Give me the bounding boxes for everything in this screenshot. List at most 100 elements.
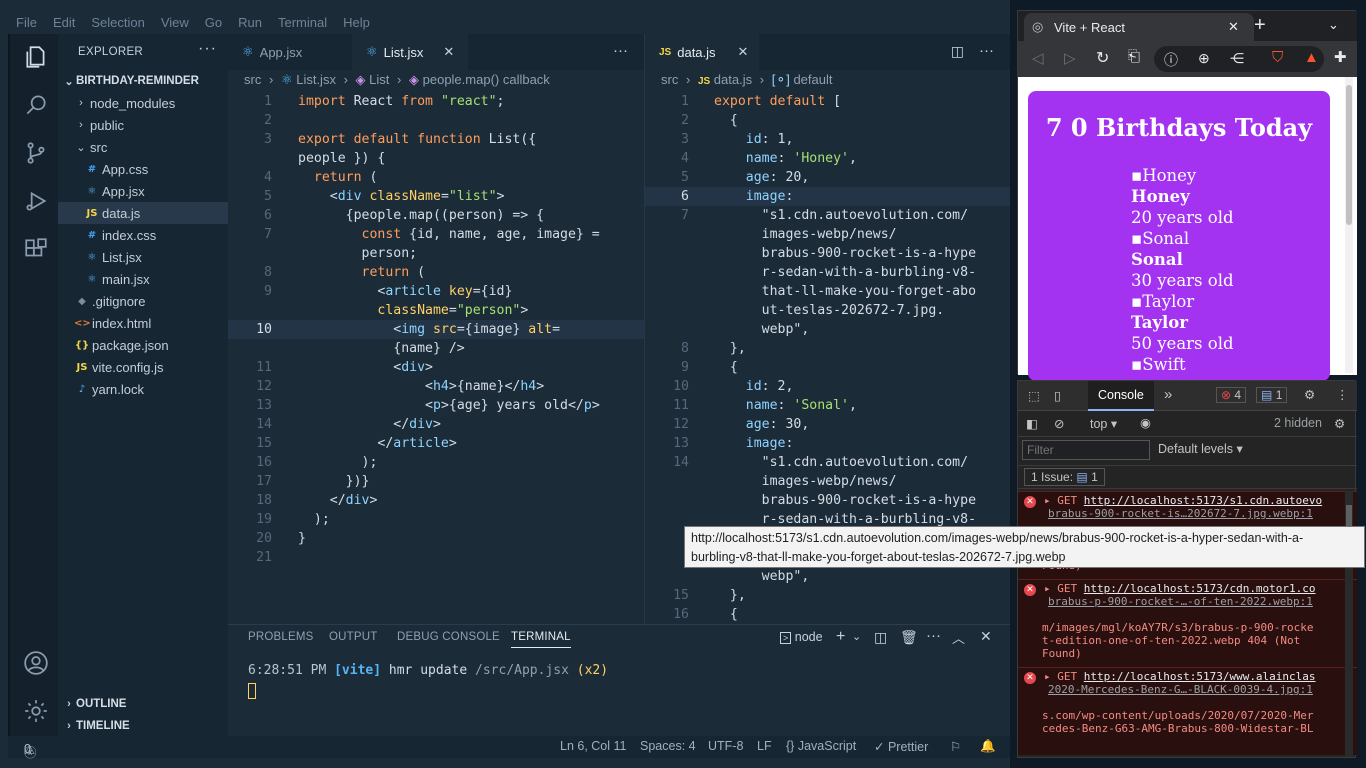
encoding[interactable]: UTF-8: [708, 739, 743, 753]
context-selector[interactable]: top ▾: [1090, 416, 1117, 431]
console-filter-input[interactable]: [1022, 440, 1150, 460]
tab-debug-console[interactable]: DEBUG CONSOLE: [397, 631, 500, 643]
menu-item[interactable]: Selection: [83, 15, 152, 30]
chevron-down-icon[interactable]: ⌄: [1328, 17, 1339, 33]
tab-terminal[interactable]: TERMINAL: [511, 631, 571, 648]
devtools-menu-icon[interactable]: ⋮: [1336, 387, 1349, 402]
eye-icon[interactable]: ◉: [1140, 415, 1151, 430]
panel-more-icon[interactable]: ···: [926, 627, 941, 644]
explorer-more-icon[interactable]: ···: [198, 40, 217, 58]
extensions-puzzle-icon[interactable]: ✚: [1334, 48, 1347, 66]
split-editor-icon[interactable]: ◫: [951, 43, 964, 60]
terminal-output[interactable]: 6:28:51 PM [vite] hmr update /src/App.js…: [248, 663, 608, 678]
split-terminal-icon[interactable]: ◫: [874, 629, 887, 646]
search-icon[interactable]: [23, 92, 49, 118]
terminal-shell-selector[interactable]: > node: [780, 630, 823, 644]
page-scrollbar[interactable]: [1345, 77, 1353, 373]
outline-section[interactable]: › OUTLINE: [58, 693, 228, 715]
tree-item[interactable]: › public: [58, 114, 228, 136]
tree-item[interactable]: JS vite.config.js: [58, 356, 228, 378]
sidebar-toggle-icon[interactable]: ◧: [1026, 416, 1038, 431]
breadcrumb-item[interactable]: data.js: [714, 72, 752, 87]
tree-item[interactable]: ◆ .gitignore: [58, 290, 228, 312]
chevron-down-icon[interactable]: ⌄: [852, 630, 861, 643]
tree-item[interactable]: # index.css: [58, 224, 228, 246]
address-bar[interactable]: ⓘ ⊕ ⋲ ⛉ ▲: [1154, 46, 1324, 72]
error-source[interactable]: 2020-Mercedes-Benz-G…-BLACK-0039-4.jpg:1: [1048, 683, 1313, 696]
error-source[interactable]: brabus-900-rocket-is…202672-7.jpg.webp:1: [1048, 507, 1313, 520]
breadcrumb-item[interactable]: List: [369, 72, 389, 87]
tab-output[interactable]: OUTPUT: [329, 631, 377, 643]
tree-item[interactable]: <> index.html: [58, 312, 228, 334]
tab-list-jsx[interactable]: ⚛ List.jsx ✕: [352, 34, 468, 70]
breadcrumb-item[interactable]: default: [793, 72, 832, 87]
browser-tab[interactable]: ◎ Vite + React ✕: [1024, 13, 1254, 41]
settings-gear-icon[interactable]: ⚙: [1304, 387, 1315, 402]
timeline-section[interactable]: › TIMELINE: [58, 715, 228, 737]
tree-item[interactable]: ⌄ src: [58, 136, 228, 158]
back-icon[interactable]: ◁: [1032, 49, 1044, 67]
tree-item[interactable]: {} package.json: [58, 334, 228, 356]
request-url[interactable]: http://localhost:5173/www.alainclas: [1084, 670, 1316, 683]
tree-item[interactable]: ⚛ App.jsx: [58, 180, 228, 202]
extensions-icon[interactable]: [23, 236, 49, 262]
editor-more-icon[interactable]: ···: [979, 42, 994, 59]
tree-item[interactable]: › node_modules: [58, 92, 228, 114]
run-debug-icon[interactable]: [23, 188, 49, 214]
menu-item[interactable]: Help: [335, 15, 378, 30]
info-icon[interactable]: ⓘ: [1164, 50, 1178, 70]
prettier-status[interactable]: ✓ Prettier: [874, 739, 928, 754]
brave-shield-icon[interactable]: ⛉: [1272, 49, 1283, 66]
share-icon[interactable]: ⋲: [1230, 50, 1244, 67]
close-icon[interactable]: ✕: [738, 44, 749, 60]
tab-app-jsx[interactable]: ⚛ App.jsx: [228, 34, 352, 70]
menu-item[interactable]: Go: [197, 15, 230, 30]
forward-icon[interactable]: ▷: [1064, 49, 1076, 67]
tab-data-js[interactable]: JS data.js ✕: [645, 34, 759, 70]
request-url[interactable]: http://localhost:5173/s1.cdn.autoevo: [1084, 494, 1322, 507]
end-of-line[interactable]: LF: [757, 739, 772, 753]
menu-item[interactable]: Terminal: [270, 15, 335, 30]
menu-item[interactable]: File: [0, 15, 45, 30]
console-settings-icon[interactable]: ⚙: [1334, 416, 1345, 431]
tree-item[interactable]: # App.css: [58, 158, 228, 180]
close-icon[interactable]: ✕: [443, 44, 454, 60]
source-control-icon[interactable]: [23, 140, 49, 166]
language-mode[interactable]: {} JavaScript: [786, 739, 856, 753]
issues-button[interactable]: 1 Issue: ▤ 1: [1024, 468, 1105, 486]
clear-console-icon[interactable]: ⊘: [1054, 416, 1064, 431]
breadcrumb-item[interactable]: people.map() callback: [423, 72, 550, 87]
feedback-icon[interactable]: ⚐: [950, 739, 961, 754]
zoom-icon[interactable]: ⊕: [1198, 50, 1210, 67]
tab-console[interactable]: Console: [1088, 381, 1154, 411]
tree-item[interactable]: ⚛ List.jsx: [58, 246, 228, 268]
scrollbar-thumb[interactable]: [1346, 85, 1352, 225]
cursor-position[interactable]: Ln 6, Col 11: [560, 739, 626, 753]
error-source[interactable]: brabus-p-900-rocket-…-of-ten-2022.webp:1: [1048, 595, 1313, 608]
console-error-entry[interactable]: ✕ ▸ GET http://localhost:5173/cdn.motor1.…: [1018, 579, 1357, 667]
notifications-bell-icon[interactable]: 🔔: [980, 739, 996, 754]
bookmark-icon[interactable]: ⎗: [1128, 48, 1140, 65]
new-tab-icon[interactable]: +: [1254, 14, 1266, 37]
device-toolbar-icon[interactable]: ▯: [1054, 388, 1061, 403]
console-error-entry[interactable]: ✕ ▸ GET http://localhost:5173/www.alaincl…: [1018, 667, 1357, 755]
breadcrumb-item[interactable]: src: [661, 72, 678, 87]
tree-item[interactable]: ♪ yarn.lock: [58, 378, 228, 400]
breadcrumb-item[interactable]: List.jsx: [296, 72, 336, 87]
account-icon[interactable]: [23, 650, 49, 676]
tab-problems[interactable]: PROBLEMS: [248, 631, 314, 643]
request-url[interactable]: http://localhost:5173/cdn.motor1.co: [1084, 582, 1316, 595]
close-icon[interactable]: ✕: [1228, 19, 1239, 35]
menu-item[interactable]: View: [153, 15, 197, 30]
menu-item[interactable]: Run: [230, 15, 270, 30]
explorer-icon[interactable]: [23, 44, 49, 70]
tree-item[interactable]: ⚛ main.jsx: [58, 268, 228, 290]
trash-icon[interactable]: 🗑: [900, 629, 918, 646]
error-count-badge[interactable]: ⊗ 4: [1216, 387, 1247, 403]
close-panel-icon[interactable]: ✕: [980, 628, 992, 645]
maximize-panel-icon[interactable]: ︿: [952, 628, 965, 647]
menu-item[interactable]: Edit: [45, 15, 83, 30]
log-levels-dropdown[interactable]: Default levels ▾: [1158, 441, 1243, 456]
brave-rewards-icon[interactable]: ▲: [1304, 49, 1319, 66]
project-folder[interactable]: ⌄ BIRTHDAY-REMINDER: [58, 70, 228, 92]
